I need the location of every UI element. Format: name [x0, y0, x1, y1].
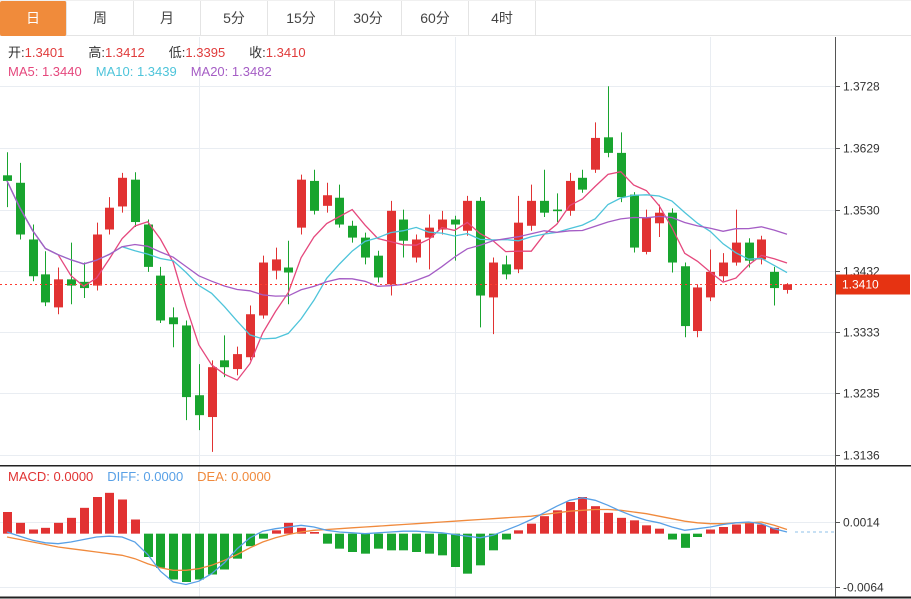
close-label: 收: [249, 45, 266, 60]
macd-label: MACD: [8, 469, 50, 484]
ma10-readout: MA10: 1.3439 [96, 64, 177, 79]
ma10-label: MA10: [96, 64, 134, 79]
candlestick-series [3, 86, 792, 452]
ma5-label: MA5: [8, 64, 38, 79]
time-gridlines [200, 37, 711, 597]
open-value: 1.3401 [25, 45, 65, 60]
low-label: 低: [169, 45, 186, 60]
svg-text:1.3629: 1.3629 [843, 142, 880, 156]
dea-value-readout: DEA: 0.0000 [197, 469, 271, 484]
current-price-badge: 1.3410 [836, 275, 910, 295]
ohlc-readout: 开:1.3401 高:1.3412 低:1.3395 收:1.3410 [8, 42, 330, 61]
svg-text:-0.0064: -0.0064 [843, 581, 884, 595]
main-y-axis-labels: 1.37281.36291.35301.34321.33331.32351.31… [835, 80, 880, 463]
ma20-value: 1.3482 [232, 64, 272, 79]
svg-text:1.3136: 1.3136 [843, 449, 880, 463]
svg-text:1.3333: 1.3333 [843, 326, 880, 340]
diff-value-readout: DIFF: 0.0000 [107, 469, 183, 484]
close-value: 1.3410 [266, 45, 306, 60]
svg-text:1.3530: 1.3530 [843, 204, 880, 218]
low-value: 1.3395 [185, 45, 225, 60]
diff-value: 0.0000 [143, 469, 183, 484]
macd-value: 0.0000 [54, 469, 94, 484]
diff-label: DIFF: [107, 469, 140, 484]
open-readout: 开:1.3401 [8, 45, 64, 60]
svg-text:0.0014: 0.0014 [843, 516, 880, 530]
kline-app: 日 周 月 5分 15分 30分 60分 4时 1.37281.36291.35… [0, 0, 911, 599]
high-label: 高: [88, 45, 105, 60]
high-readout: 高:1.3412 [88, 45, 144, 60]
close-readout: 收:1.3410 [249, 45, 305, 60]
ma20-readout: MA20: 1.3482 [191, 64, 272, 79]
high-value: 1.3412 [105, 45, 145, 60]
ma5-readout: MA5: 1.3440 [8, 64, 82, 79]
low-readout: 低:1.3395 [169, 45, 225, 60]
ma-readout: MA5: 1.3440 MA10: 1.3439 MA20: 1.3482 [8, 64, 286, 79]
dea-label: DEA: [197, 469, 227, 484]
svg-text:1.3410: 1.3410 [842, 278, 879, 292]
macd-value-readout: MACD: 0.0000 [8, 469, 93, 484]
ma5-value: 1.3440 [42, 64, 82, 79]
ma10-value: 1.3439 [137, 64, 177, 79]
dea-value: 0.0000 [231, 469, 271, 484]
open-label: 开: [8, 45, 25, 60]
ma20-label: MA20: [191, 64, 229, 79]
svg-text:1.3235: 1.3235 [843, 387, 880, 401]
svg-text:1.3728: 1.3728 [843, 80, 880, 94]
kline-chart[interactable]: 1.37281.36291.35301.34321.33331.32351.31… [0, 0, 911, 599]
macd-y-axis-labels: 0.0014 -0.0064 [835, 516, 884, 595]
macd-readout: MACD: 0.0000DIFF: 0.0000DEA: 0.0000 [8, 469, 285, 484]
